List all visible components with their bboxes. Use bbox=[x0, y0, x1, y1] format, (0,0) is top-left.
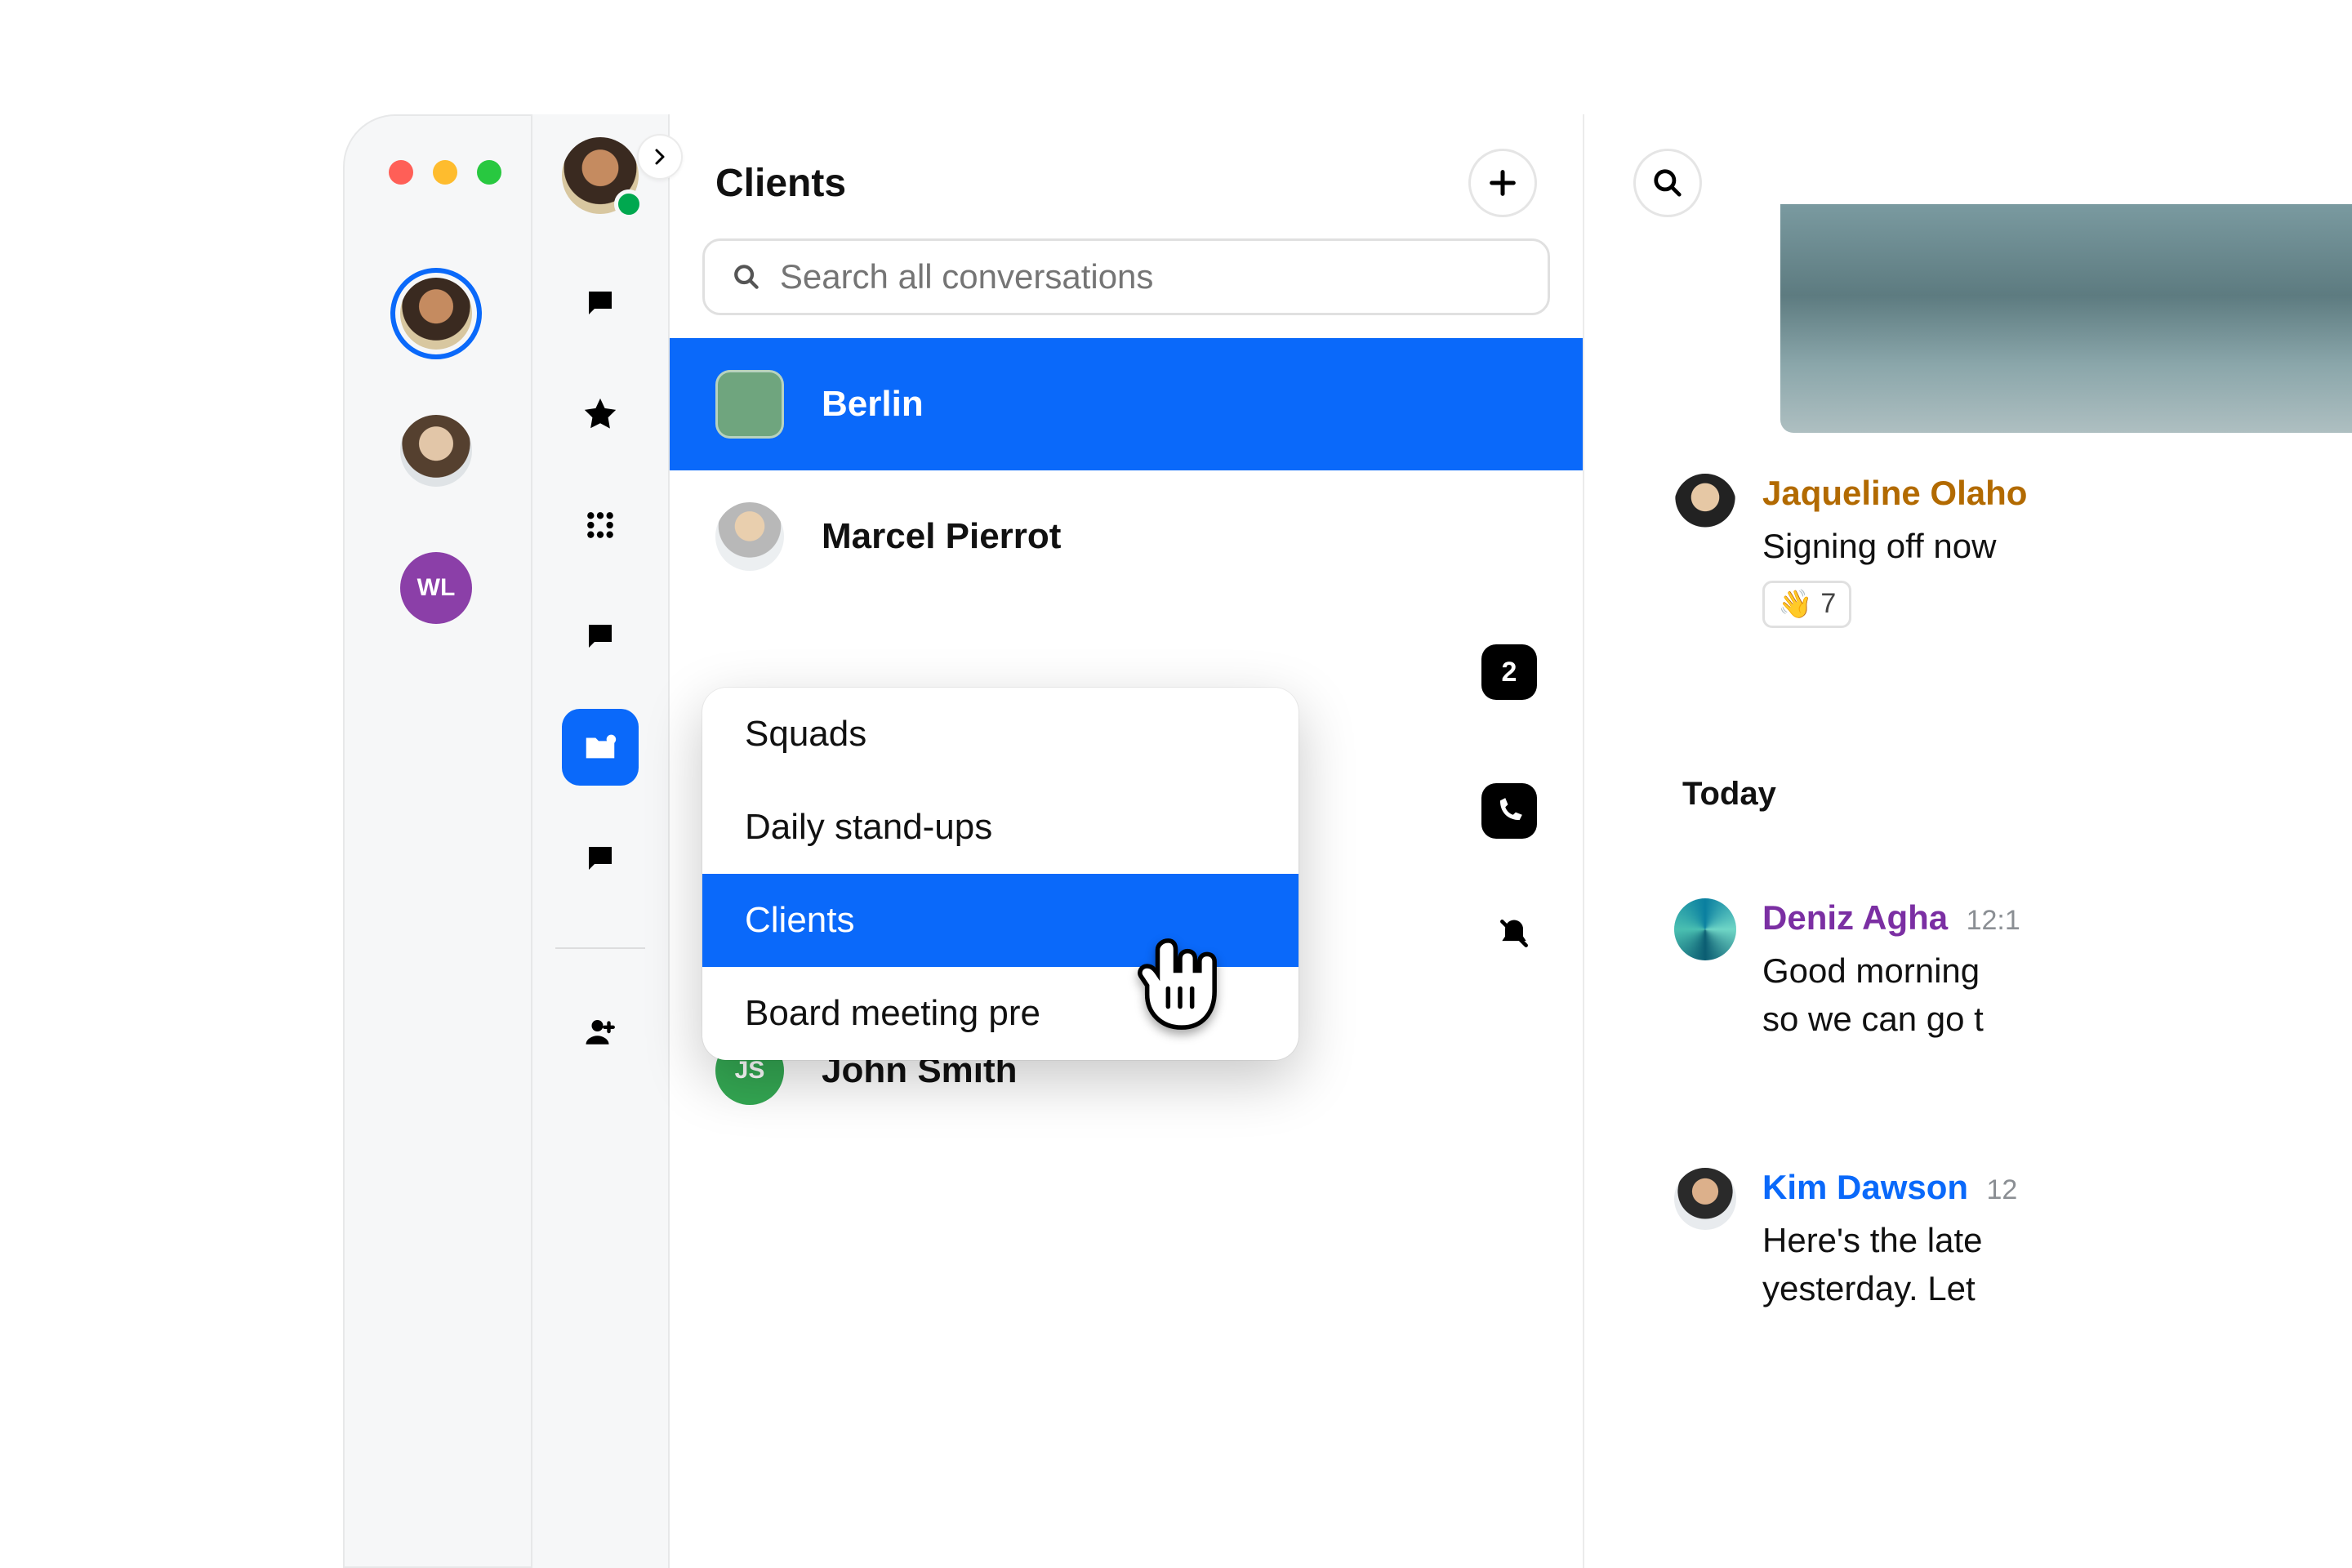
nav-archive[interactable] bbox=[562, 820, 639, 897]
sender-name: Jaqueline Olaho bbox=[1762, 474, 2027, 513]
cursor-icon bbox=[1135, 931, 1225, 1041]
maximize-window-icon[interactable] bbox=[477, 160, 501, 185]
person-avatar bbox=[715, 502, 784, 571]
conversation-row-marcel[interactable]: Marcel Pierrot bbox=[670, 470, 1583, 603]
conversation-name: Marcel Pierrot bbox=[822, 516, 1061, 557]
message-time: 12 bbox=[1987, 1174, 2018, 1205]
close-window-icon[interactable] bbox=[389, 160, 413, 185]
window-controls bbox=[389, 160, 501, 185]
minimize-window-icon[interactable] bbox=[433, 160, 457, 185]
call-button[interactable] bbox=[1481, 783, 1537, 839]
avatar bbox=[1674, 474, 1736, 536]
day-divider: Today bbox=[1682, 776, 1776, 813]
avatar bbox=[1674, 898, 1736, 960]
reaction-count: 7 bbox=[1820, 588, 1836, 620]
conversation-list-panel: Clients Berlin Marcel Pierrot 2 bbox=[670, 114, 1584, 1568]
message-row: Jaqueline Olaho Signing off now 👋 7 bbox=[1674, 474, 2027, 628]
plus-icon bbox=[1486, 167, 1519, 199]
expand-sidebar-button[interactable] bbox=[637, 134, 683, 180]
new-conversation-button[interactable] bbox=[1468, 149, 1537, 217]
nav-messages[interactable] bbox=[562, 598, 639, 675]
chat-icon bbox=[583, 619, 617, 653]
message-text: Here's the late yesterday. Let bbox=[1762, 1217, 2017, 1313]
phone-icon bbox=[1494, 795, 1525, 826]
search-input[interactable] bbox=[780, 257, 1520, 296]
list-title: Clients bbox=[715, 161, 846, 206]
nav-favorites[interactable] bbox=[562, 376, 639, 452]
unread-badge: 2 bbox=[1481, 644, 1537, 700]
star-icon bbox=[581, 395, 619, 433]
app-window: WL bbox=[343, 114, 2352, 1568]
profile-avatar[interactable] bbox=[562, 137, 639, 214]
sender-name: Kim Dawson bbox=[1762, 1168, 1968, 1206]
nav-folders[interactable] bbox=[562, 709, 639, 786]
chat-icon bbox=[583, 841, 617, 875]
chevron-right-icon bbox=[650, 147, 670, 167]
search-icon bbox=[733, 262, 760, 292]
message-text: Good morning so we can go t bbox=[1762, 947, 2020, 1044]
sender-name: Deniz Agha bbox=[1762, 898, 1948, 937]
chat-icon bbox=[583, 286, 617, 320]
message-image[interactable] bbox=[1780, 204, 2352, 433]
account-avatar-3[interactable]: WL bbox=[400, 552, 472, 624]
muted-indicator bbox=[1491, 911, 1537, 956]
nav-groups[interactable] bbox=[562, 487, 639, 564]
account-avatar-2[interactable] bbox=[400, 415, 472, 487]
search-conversations[interactable] bbox=[702, 238, 1550, 315]
message-row: Deniz Agha 12:1 Good morning so we can g… bbox=[1674, 898, 2020, 1044]
account-avatar-1[interactable] bbox=[400, 278, 472, 350]
conversation-row-berlin[interactable]: Berlin bbox=[670, 338, 1583, 470]
message-time: 12:1 bbox=[1967, 905, 2020, 936]
message-row: Kim Dawson 12 Here's the late yesterday.… bbox=[1674, 1168, 2017, 1313]
chat-search-button[interactable] bbox=[1633, 149, 1702, 217]
chat-panel: Jaqueline Olaho Signing off now 👋 7 Toda… bbox=[1584, 114, 2352, 1568]
avatar bbox=[1674, 1168, 1736, 1230]
search-icon bbox=[1652, 167, 1683, 198]
folder-item-standups[interactable]: Daily stand-ups bbox=[702, 781, 1298, 874]
folder-item-squads[interactable]: Squads bbox=[702, 688, 1298, 781]
account-rail: WL bbox=[343, 114, 531, 1568]
nav-divider bbox=[555, 947, 645, 949]
conversation-name: Berlin bbox=[822, 384, 924, 425]
group-avatar bbox=[715, 370, 784, 439]
nav-rail bbox=[531, 114, 670, 1568]
reaction-chip[interactable]: 👋 7 bbox=[1762, 581, 1851, 628]
nav-conversations[interactable] bbox=[562, 265, 639, 341]
nav-add-contact[interactable] bbox=[562, 993, 639, 1070]
add-user-icon bbox=[583, 1014, 617, 1049]
message-text: Signing off now bbox=[1762, 523, 2027, 571]
folder-icon bbox=[581, 728, 619, 766]
grid-dots-icon bbox=[584, 509, 617, 541]
bell-off-icon bbox=[1496, 915, 1532, 951]
wave-emoji-icon: 👋 bbox=[1778, 588, 1812, 621]
